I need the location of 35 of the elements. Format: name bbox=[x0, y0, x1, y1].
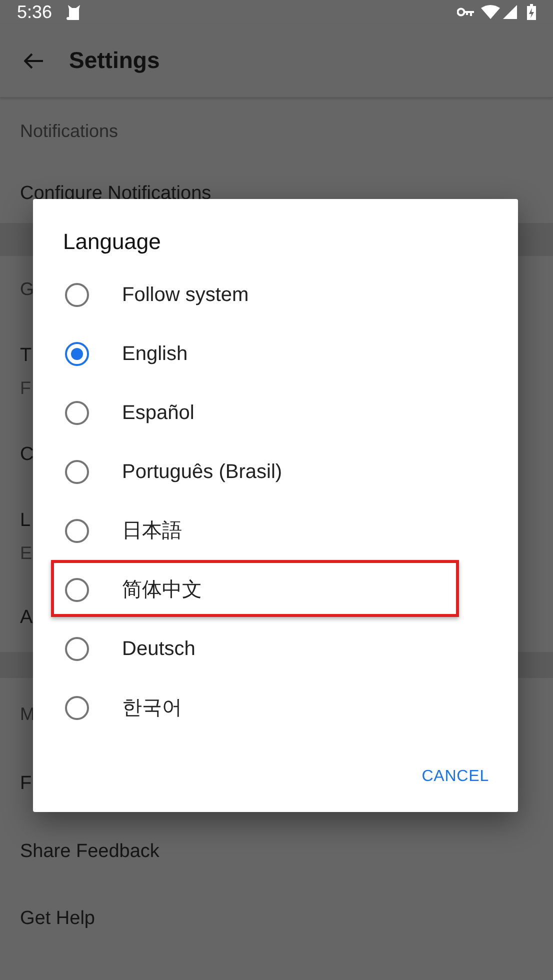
language-option[interactable]: 简体中文 bbox=[33, 560, 518, 619]
language-option[interactable]: 한국어 bbox=[33, 678, 518, 737]
cancel-button[interactable]: CANCEL bbox=[410, 757, 500, 797]
signal-icon bbox=[503, 5, 517, 19]
language-option[interactable]: Follow system bbox=[33, 265, 518, 324]
settings-item[interactable]: L bbox=[20, 507, 31, 536]
radio-button[interactable] bbox=[65, 578, 89, 602]
settings-item[interactable]: Share Feedback bbox=[20, 838, 160, 866]
status-time: 5:36 bbox=[17, 0, 52, 24]
page-title: Settings bbox=[69, 46, 160, 76]
battery-icon bbox=[527, 4, 536, 20]
cat-icon bbox=[66, 4, 82, 20]
back-arrow-icon[interactable] bbox=[24, 52, 44, 68]
section-header: G bbox=[20, 278, 34, 301]
section-header: Notifications bbox=[20, 120, 118, 143]
radio-button[interactable] bbox=[65, 460, 89, 484]
radio-button[interactable] bbox=[65, 636, 89, 660]
radio-button[interactable] bbox=[65, 518, 89, 542]
radio-button[interactable] bbox=[65, 342, 89, 366]
radio-button[interactable] bbox=[65, 282, 89, 306]
settings-item[interactable]: C bbox=[20, 440, 34, 470]
radio-button[interactable] bbox=[65, 696, 89, 720]
settings-item[interactable]: A bbox=[20, 604, 33, 633]
language-option[interactable]: 日本語 bbox=[33, 501, 518, 560]
settings-item[interactable]: Get Help bbox=[20, 905, 95, 934]
key-icon bbox=[457, 7, 474, 17]
language-option[interactable]: Português (Brasil) bbox=[33, 442, 518, 501]
settings-item[interactable]: F bbox=[20, 770, 32, 799]
dialog-title: Language bbox=[63, 228, 161, 256]
language-option[interactable]: Español bbox=[33, 383, 518, 442]
settings-item[interactable]: T bbox=[20, 342, 32, 371]
wifi-icon bbox=[481, 5, 500, 19]
language-option[interactable]: Deutsch bbox=[33, 619, 518, 678]
radio-button[interactable] bbox=[65, 400, 89, 424]
language-option[interactable]: English bbox=[33, 324, 518, 383]
